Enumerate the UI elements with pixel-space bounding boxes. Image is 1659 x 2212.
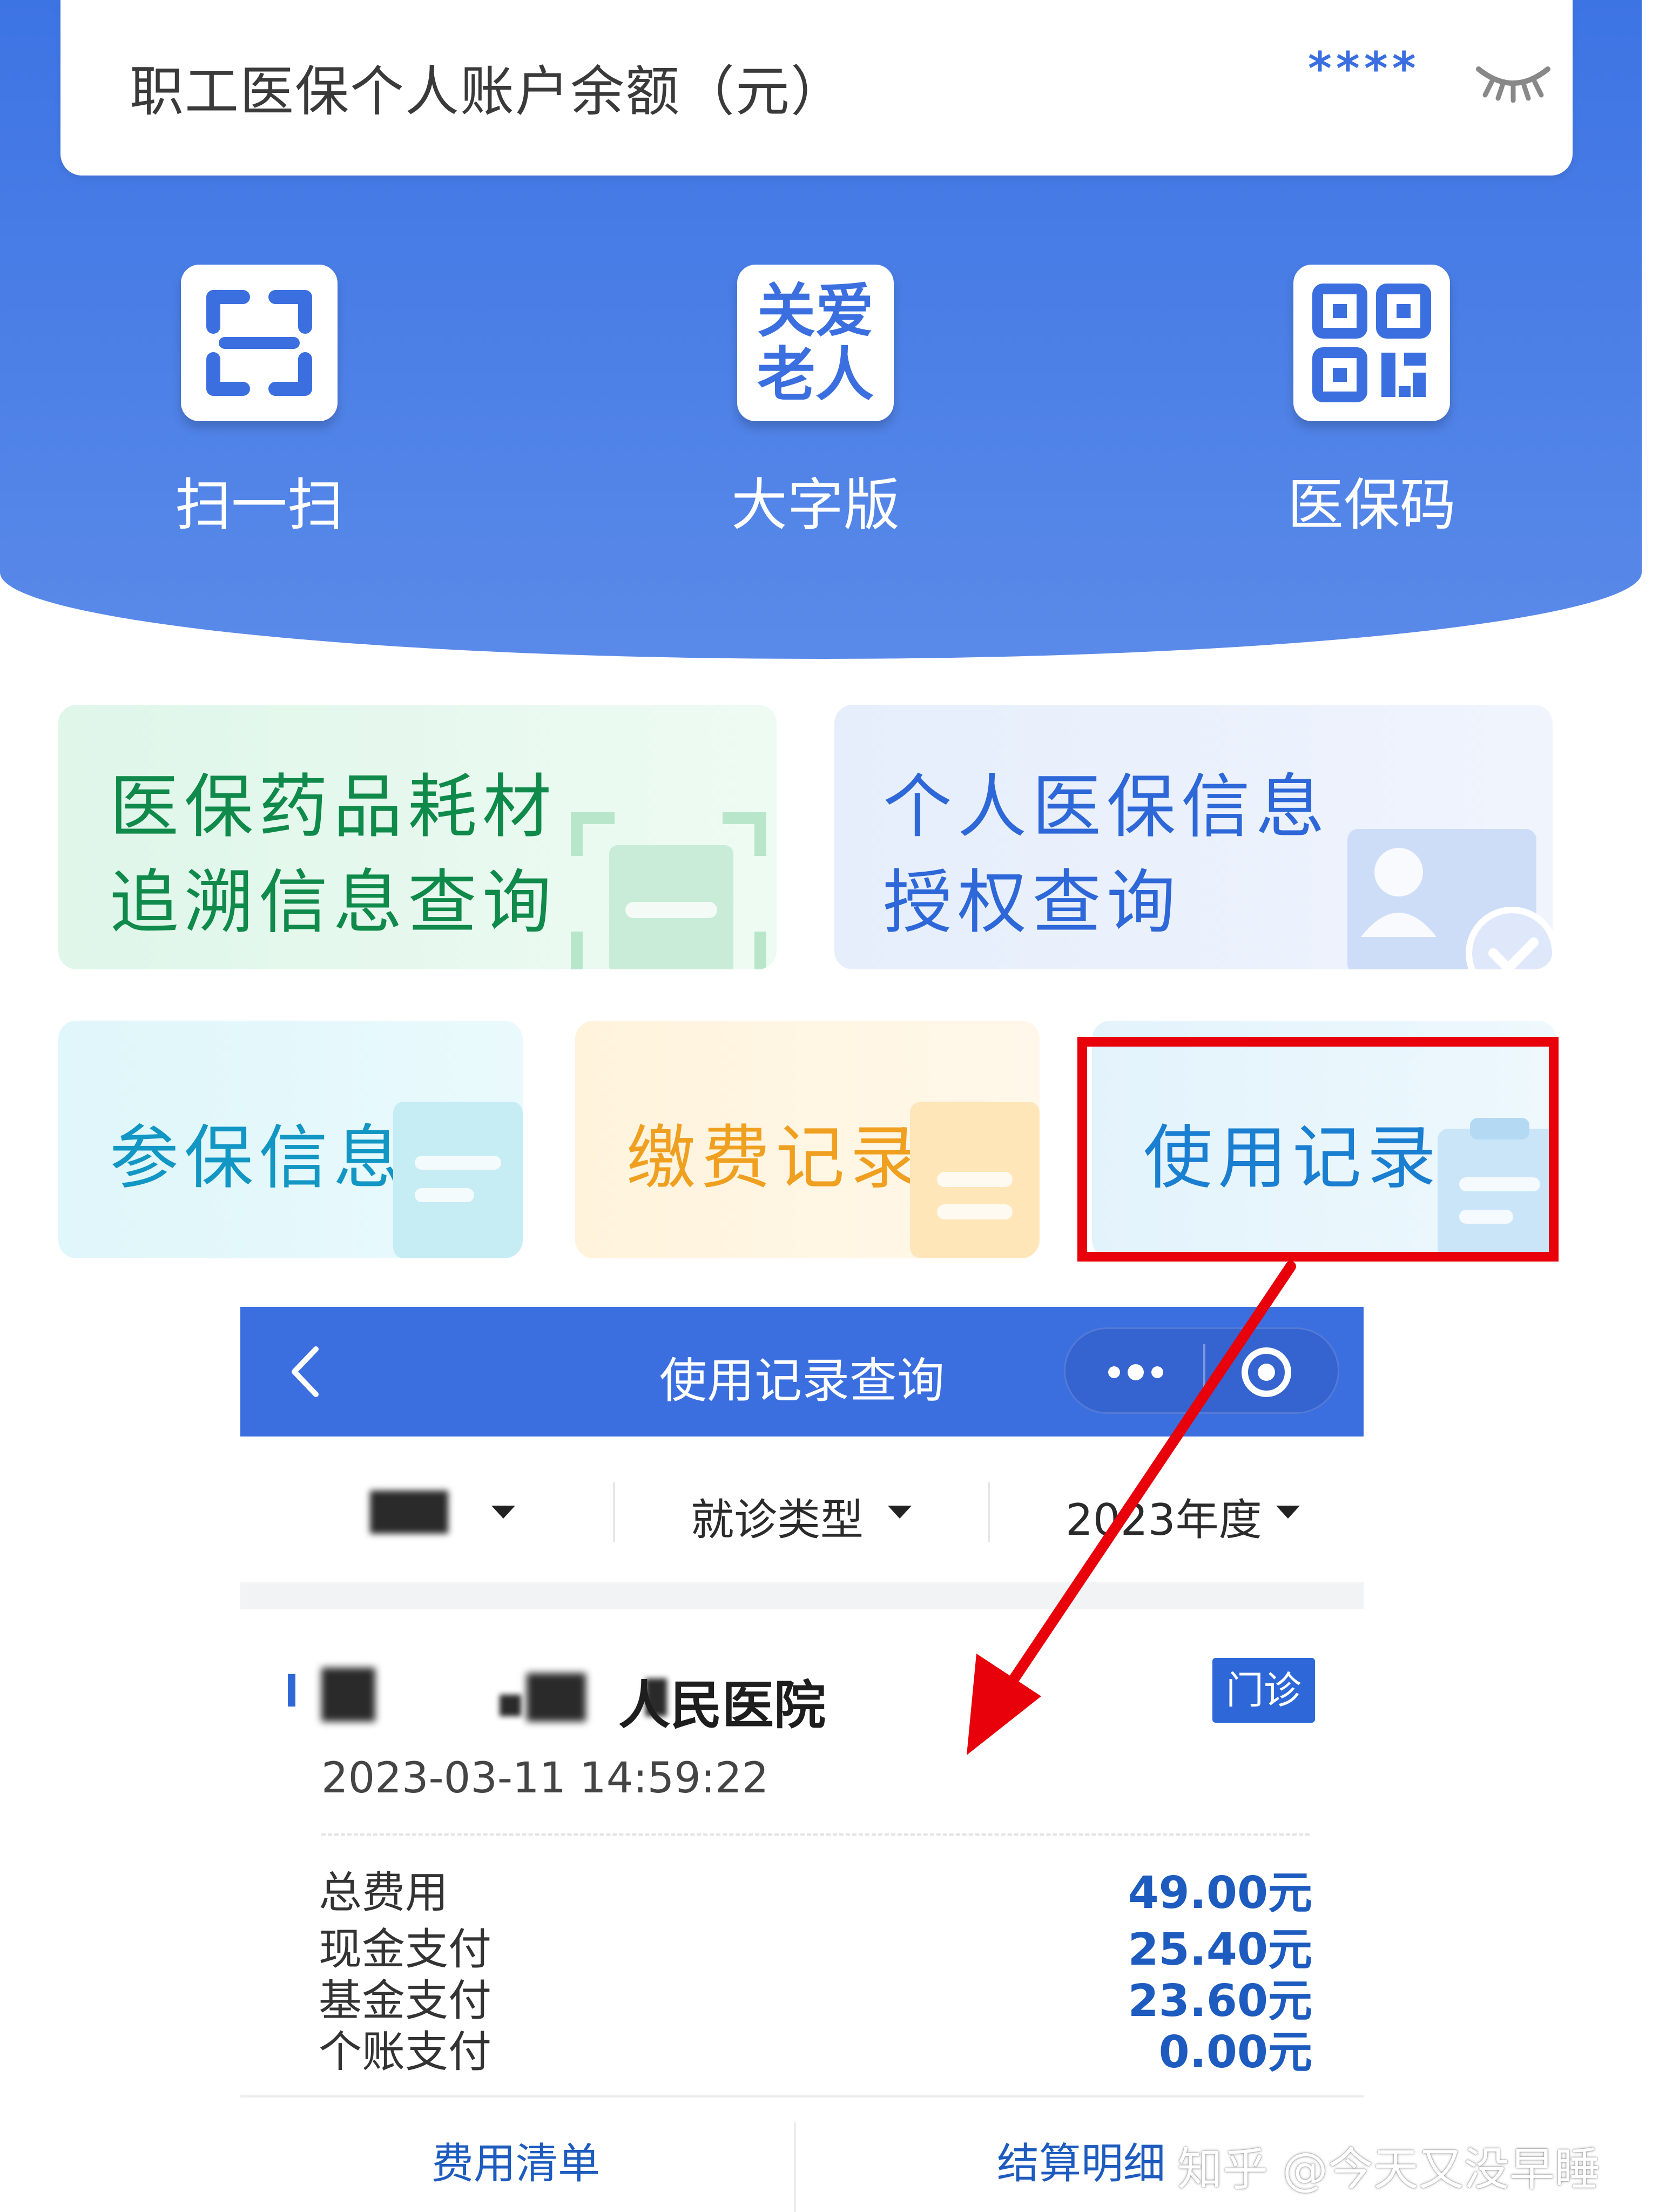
quick-action-medical-code[interactable]: 医保码 bbox=[1210, 265, 1534, 545]
highlight-box bbox=[1077, 1037, 1559, 1262]
watermark: 知乎 @今天又没早睡 bbox=[1177, 2143, 1600, 2196]
quick-action-large-font[interactable]: 关爱 老人 大字版 bbox=[653, 265, 977, 545]
quick-action-medical-code-label: 医保码 bbox=[1287, 472, 1456, 538]
usage-record-item[interactable]: 人民医院 门诊 2023-03-11 14:59:22 总费用 49.00元 现… bbox=[240, 1609, 1364, 2095]
card-drug-trace-query[interactable]: 医保药品耗材 追溯信息查询 bbox=[58, 705, 777, 969]
balance-card[interactable]: 职工医保个人账户余额（元） **** bbox=[60, 0, 1573, 176]
elder-care-icon-text-1: 关爱 bbox=[757, 278, 874, 345]
filter-visit-type[interactable]: 就诊类型 bbox=[615, 1437, 988, 1582]
caret-down-icon bbox=[1276, 1506, 1300, 1519]
tab-settlement-detail-label: 结算明细 bbox=[997, 2140, 1166, 2188]
title-accent-bar bbox=[288, 1674, 295, 1707]
filter-region[interactable] bbox=[240, 1437, 613, 1582]
card-enrollment-info[interactable]: 参保信息 bbox=[58, 1021, 523, 1258]
card-payment-records[interactable]: 缴费记录 bbox=[575, 1021, 1040, 1258]
balance-label: 职工医保个人账户余额（元） bbox=[130, 60, 846, 123]
more-dots-icon[interactable] bbox=[1103, 1359, 1168, 1386]
drug-trace-line1: 医保药品耗材 bbox=[110, 767, 557, 847]
redacted-region-name bbox=[370, 1491, 448, 1534]
visit-type-badge: 门诊 bbox=[1212, 1658, 1315, 1723]
personal-auth-line1: 个人医保信息 bbox=[883, 767, 1331, 847]
payment-records-label: 缴费记录 bbox=[626, 1118, 925, 1198]
record-datetime: 2023-03-11 14:59:22 bbox=[321, 1754, 769, 1803]
fee-personal-account-value: 0.00元 bbox=[1158, 2027, 1312, 2078]
tab-fee-list-label: 费用清单 bbox=[431, 2140, 600, 2188]
personal-auth-line2: 授权查询 bbox=[883, 862, 1182, 943]
filter-year-label: 2023年度 bbox=[1065, 1495, 1262, 1545]
qr-code-icon bbox=[1293, 265, 1450, 421]
section-separator bbox=[240, 1582, 1364, 1609]
filter-visit-type-label: 就诊类型 bbox=[691, 1495, 864, 1545]
fee-total-label: 总费用 bbox=[319, 1867, 448, 1918]
fee-personal-account-label: 个账支付 bbox=[319, 2027, 491, 2077]
drug-trace-line2: 追溯信息查询 bbox=[110, 862, 557, 943]
card-personal-info-auth[interactable]: 个人医保信息 授权查询 bbox=[834, 705, 1553, 969]
record-nav-bar: 使用记录查询 bbox=[240, 1307, 1364, 1437]
caret-down-icon bbox=[888, 1506, 912, 1519]
balance-masked-value: **** bbox=[1308, 42, 1420, 95]
document-icon bbox=[393, 1102, 523, 1258]
eye-closed-icon[interactable] bbox=[1475, 59, 1551, 103]
quick-action-large-font-label: 大字版 bbox=[731, 472, 900, 538]
elder-care-icon: 关爱 老人 bbox=[737, 265, 894, 421]
filter-year[interactable]: 2023年度 bbox=[990, 1437, 1364, 1582]
mini-program-capsule bbox=[1064, 1327, 1339, 1414]
hospital-name: 人民医院 bbox=[618, 1675, 826, 1736]
elder-care-icon-text-2: 老人 bbox=[757, 341, 874, 409]
bill-icon bbox=[910, 1102, 1040, 1258]
capsule-divider bbox=[1203, 1344, 1205, 1398]
quick-action-scan-label: 扫一扫 bbox=[174, 472, 343, 538]
record-divider bbox=[321, 1833, 1310, 1836]
tab-fee-list[interactable]: 费用清单 bbox=[240, 2098, 791, 2212]
quick-action-scan[interactable]: 扫一扫 bbox=[97, 265, 421, 545]
scan-frame-icon bbox=[571, 812, 766, 969]
target-icon[interactable] bbox=[1238, 1344, 1294, 1400]
filter-bar: 就诊类型 2023年度 bbox=[240, 1437, 1364, 1582]
enrollment-label: 参保信息 bbox=[110, 1118, 408, 1198]
caret-down-icon bbox=[491, 1506, 515, 1519]
id-card-check-icon bbox=[1347, 829, 1553, 969]
fee-total-value: 49.00元 bbox=[1128, 1867, 1312, 1919]
scan-icon bbox=[181, 265, 338, 421]
